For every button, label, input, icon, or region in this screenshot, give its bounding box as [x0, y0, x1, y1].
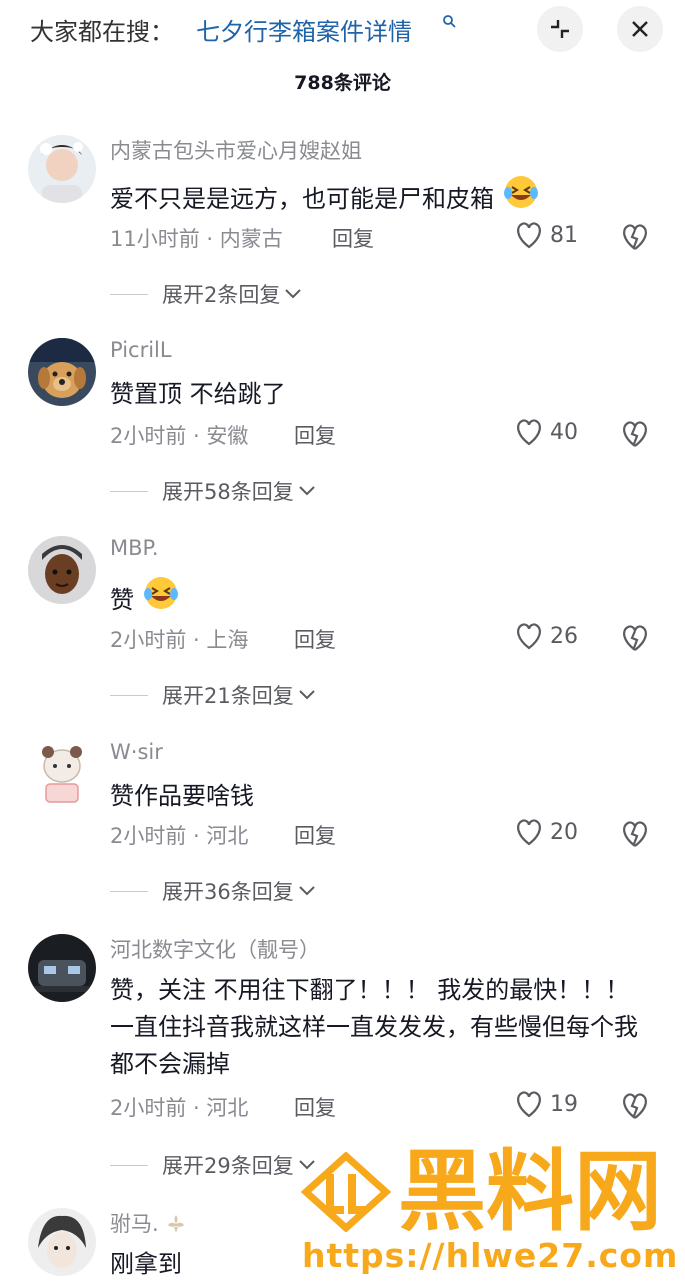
like-button[interactable]: 20 [514, 818, 578, 846]
comment-username[interactable]: PicrilL [110, 338, 172, 362]
like-count: 26 [550, 623, 578, 649]
like-button[interactable]: 19 [514, 1090, 578, 1118]
broken-heart-icon [623, 821, 647, 847]
comment-item: PicrilL 赞置顶 不给跳了 2小时前 · 安徽 回复 40 展开58条回复 [0, 338, 685, 518]
broken-heart-icon [623, 224, 647, 250]
chevron-down-icon [299, 486, 315, 496]
avatar[interactable] [28, 740, 96, 808]
like-button[interactable]: 26 [514, 622, 578, 650]
laughing-crying-emoji-icon [503, 176, 538, 208]
broken-heart-icon [623, 625, 647, 651]
expand-replies-button[interactable]: 展开58条回复 [110, 476, 316, 506]
svg-text:黑料网: 黑料网 [398, 1140, 662, 1236]
watermark-title: 黑料网 [398, 1140, 662, 1236]
comment-item: 内蒙古包头市爱心月嫂赵姐 爱不只是是远方，也可能是尸和皮箱 11小时前 · 内蒙… [0, 135, 685, 315]
like-button[interactable]: 81 [514, 221, 578, 249]
expand-replies-label: 展开36条回复 [162, 880, 294, 904]
comment-meta: 2小时前 · 河北 [110, 1096, 249, 1120]
search-icon [443, 15, 456, 28]
like-button[interactable]: 40 [514, 418, 578, 446]
comment-username[interactable]: MBP. [110, 536, 159, 560]
comment-meta: 2小时前 · 河北 [110, 824, 249, 848]
expand-replies-button[interactable]: 展开2条回复 [110, 279, 302, 309]
comment-count: 788条评论 [294, 72, 391, 94]
laughing-crying-emoji-icon [143, 577, 178, 609]
reply-button[interactable]: 回复 [294, 420, 336, 450]
heart-icon [517, 419, 541, 446]
heart-icon [517, 222, 541, 249]
like-count: 20 [550, 819, 578, 845]
expand-replies-label: 展开2条回复 [162, 283, 281, 307]
comment-text: 赞 [110, 574, 660, 619]
expand-replies-button[interactable]: 展开21条回复 [110, 680, 316, 710]
comment-username[interactable]: 内蒙古包头市爱心月嫂赵姐 [110, 135, 362, 165]
collapse-icon [551, 20, 569, 38]
comment-text: 赞作品要啥钱 [110, 782, 254, 810]
comment-meta: 2小时前 · 上海 [110, 628, 249, 652]
heart-icon [517, 819, 541, 846]
dislike-button[interactable] [620, 820, 650, 852]
reply-button[interactable]: 回复 [294, 624, 336, 654]
heart-icon [517, 1091, 541, 1118]
comment-item: MBP. 赞 2小时前 · 上海 回复 26 展开21条回复 [0, 536, 685, 716]
broken-heart-icon [623, 1093, 647, 1119]
close-icon [632, 21, 648, 37]
avatar[interactable] [28, 338, 96, 406]
avatar[interactable] [28, 1208, 96, 1276]
divider [110, 694, 148, 696]
search-suggestion-bar: 大家都在搜： 七夕行李箱案件详情 [0, 0, 685, 60]
avatar[interactable] [28, 536, 96, 604]
divider [110, 490, 148, 492]
close-button[interactable] [617, 6, 663, 52]
comment-meta: 11小时前 · 内蒙古 [110, 227, 283, 251]
heart-icon [517, 623, 541, 650]
divider [110, 1164, 148, 1166]
dislike-button[interactable] [620, 1092, 650, 1124]
comment-item: W·sir 赞作品要啥钱 2小时前 · 河北 回复 20 展开36条回复 [0, 740, 685, 920]
reply-button[interactable]: 回复 [294, 820, 336, 850]
watermark-url: https://hlwe27.com [302, 1236, 679, 1275]
reply-button[interactable]: 回复 [294, 1092, 336, 1122]
dislike-button[interactable] [620, 624, 650, 656]
dislike-button[interactable] [620, 223, 650, 255]
comment-text: 赞置顶 不给跳了 [110, 380, 286, 408]
chevron-down-icon [299, 690, 315, 700]
comment-username[interactable]: W·sir [110, 740, 163, 764]
like-count: 40 [550, 419, 578, 445]
like-count: 19 [550, 1091, 578, 1117]
search-prefix: 大家都在搜： [30, 18, 174, 46]
avatar[interactable] [28, 934, 96, 1002]
watermark-logo-icon [300, 1152, 392, 1232]
broken-heart-icon [623, 421, 647, 447]
expand-replies-button[interactable]: 展开29条回复 [110, 1150, 316, 1180]
comment-meta: 2小时前 · 安徽 [110, 424, 249, 448]
reply-button[interactable]: 回复 [332, 223, 374, 253]
divider [110, 890, 148, 892]
search-suggestion-link[interactable]: 七夕行李箱案件详情 [196, 12, 412, 47]
expand-replies-label: 展开21条回复 [162, 684, 294, 708]
dislike-button[interactable] [620, 420, 650, 452]
expand-replies-label: 展开29条回复 [162, 1154, 294, 1178]
comment-username[interactable]: 驸马. [110, 1208, 187, 1238]
expand-replies-button[interactable]: 展开36条回复 [110, 876, 316, 906]
divider [110, 293, 148, 295]
comment-text: 爱不只是是远方，也可能是尸和皮箱 [110, 173, 660, 218]
expand-replies-label: 展开58条回复 [162, 480, 294, 504]
like-count: 81 [550, 222, 578, 248]
chevron-down-icon [285, 289, 302, 299]
chevron-down-icon [299, 886, 315, 896]
fleur-de-lis-badge-icon [168, 1215, 185, 1233]
comment-text: 赞，关注 不用往下翻了！！！ 我发的最快！！！ 一直住抖音我就这样一直发发发，有… [110, 976, 638, 1078]
collapse-button[interactable] [537, 6, 583, 52]
avatar[interactable] [28, 135, 96, 203]
comment-username[interactable]: 河北数字文化（靓号） [110, 934, 320, 964]
